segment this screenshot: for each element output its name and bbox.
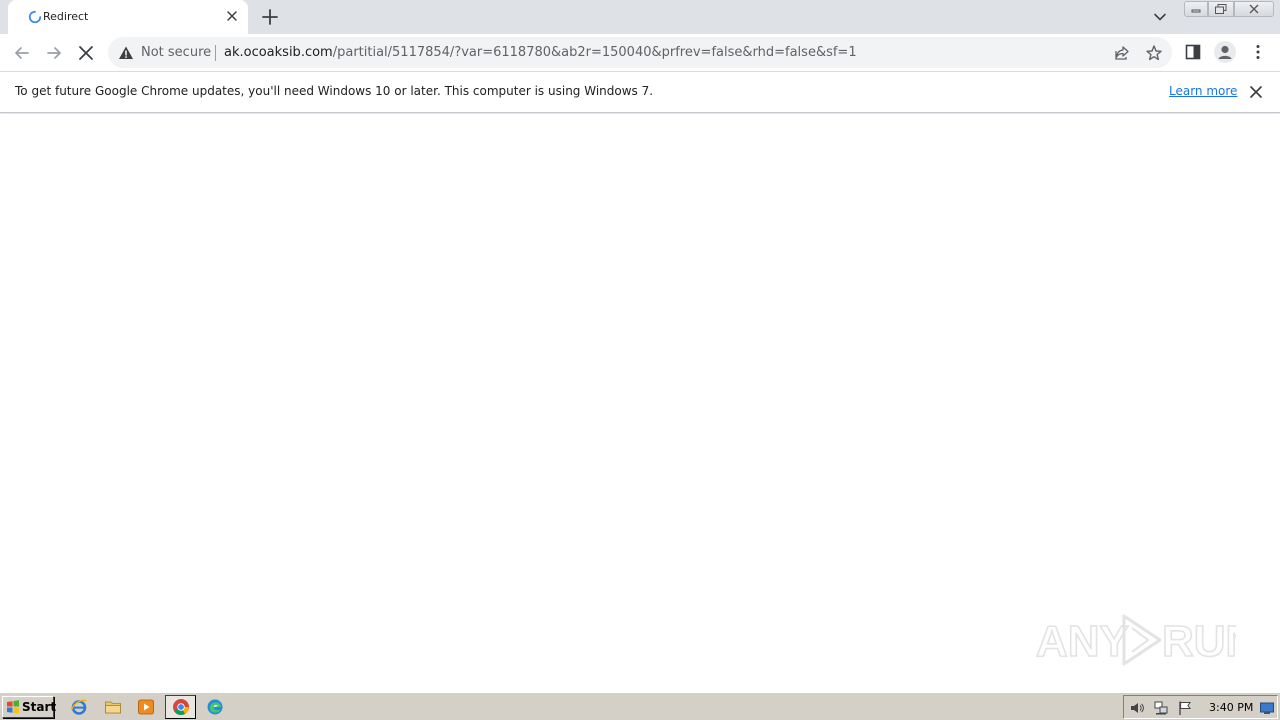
url-path: /partitial/5117854/?var=6118780&ab2r=150… <box>332 45 857 60</box>
back-arrow-icon[interactable] <box>11 42 33 64</box>
minimize-icon <box>1191 9 1201 13</box>
internet-explorer-icon[interactable] <box>70 698 88 716</box>
media-player-icon[interactable] <box>137 698 155 716</box>
browser-toolbar: Not secure ak.ocoaksib.com/partitial/511… <box>0 34 1280 71</box>
watermark-right-text: RUN <box>1162 617 1236 666</box>
start-button[interactable]: Start <box>2 696 57 718</box>
security-status-label[interactable]: Not secure <box>141 45 211 60</box>
page-content: ANY RUN <box>0 114 1280 692</box>
action-center-flag-icon[interactable] <box>1177 700 1193 716</box>
omnibox-divider <box>215 45 216 61</box>
window-restore-button[interactable] <box>1208 1 1234 17</box>
restore-icon <box>1215 4 1227 14</box>
windows-flag-icon <box>7 700 19 714</box>
learn-more-link[interactable]: Learn more <box>1169 84 1237 98</box>
system-tray: 3:40 PM <box>1123 695 1278 719</box>
share-icon[interactable] <box>1113 44 1131 62</box>
anyrun-watermark-logo: ANY RUN <box>1036 614 1236 667</box>
window-close-button[interactable] <box>1234 1 1274 17</box>
url-text[interactable]: ak.ocoaksib.com/partitial/5117854/?var=6… <box>224 45 857 60</box>
network-icon[interactable] <box>1153 700 1169 716</box>
watermark-left-text: ANY <box>1036 617 1129 666</box>
bookmark-star-icon[interactable] <box>1145 44 1163 62</box>
update-infobar: To get future Google Chrome updates, you… <box>0 71 1280 113</box>
close-window-icon <box>1249 4 1259 14</box>
show-desktop-icon[interactable] <box>1259 700 1275 716</box>
infobar-close-icon[interactable] <box>1248 84 1264 100</box>
tab-search-chevron-down-icon[interactable] <box>1151 8 1169 26</box>
address-bar[interactable]: Not secure ak.ocoaksib.com/partitial/511… <box>108 37 1172 68</box>
loading-spinner-icon <box>28 10 42 24</box>
folder-icon[interactable] <box>104 698 122 716</box>
tab-redirect[interactable]: Redirect <box>8 0 248 34</box>
forward-arrow-icon[interactable] <box>43 42 65 64</box>
start-label: Start <box>22 700 57 714</box>
warning-triangle-icon[interactable] <box>118 45 134 61</box>
kebab-menu-icon[interactable] <box>1249 43 1267 61</box>
tab-title: Redirect <box>43 10 89 23</box>
new-tab-plus-icon[interactable] <box>260 7 280 27</box>
chrome-icon <box>173 699 189 715</box>
windows-taskbar: Start 3:40 PM <box>0 692 1280 720</box>
profile-avatar[interactable] <box>1214 41 1236 63</box>
system-clock[interactable]: 3:40 PM <box>1209 701 1253 714</box>
url-host: ak.ocoaksib.com <box>224 45 333 60</box>
side-panel-icon[interactable] <box>1184 43 1202 61</box>
volume-icon[interactable] <box>1129 700 1145 716</box>
tab-strip: Redirect <box>0 0 1280 34</box>
taskbar-chrome-button[interactable] <box>165 695 196 719</box>
person-icon <box>1218 45 1232 59</box>
window-minimize-button[interactable] <box>1184 1 1208 17</box>
edge-icon[interactable] <box>206 698 224 716</box>
infobar-message: To get future Google Chrome updates, you… <box>15 84 654 98</box>
tab-close-icon[interactable] <box>224 8 240 24</box>
stop-loading-x-icon[interactable] <box>75 42 97 64</box>
